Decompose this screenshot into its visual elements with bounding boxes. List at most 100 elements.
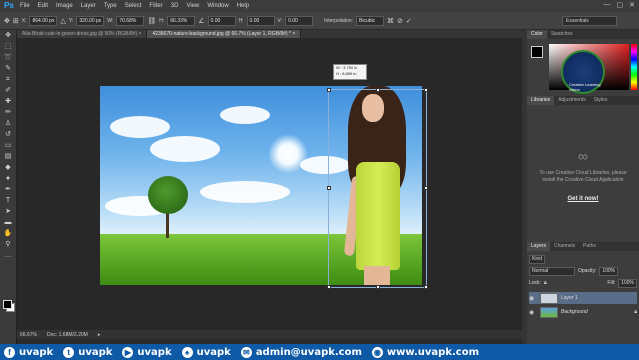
tab-swatches[interactable]: Swatches <box>547 30 577 39</box>
maximize-button[interactable]: ▢ <box>617 1 624 9</box>
workspace-select[interactable]: Essentials <box>562 16 617 26</box>
color-panel-foreground-swatch[interactable] <box>531 46 543 58</box>
menu-layer[interactable]: Layer <box>81 3 96 9</box>
menu-image[interactable]: Image <box>56 3 73 9</box>
foreground-color-swatch[interactable] <box>3 300 12 309</box>
window-controls: — ▢ ✕ <box>604 1 636 9</box>
eraser-tool-icon[interactable]: ▭ <box>0 140 16 151</box>
lock-label: Lock: <box>529 280 541 286</box>
minimize-button[interactable]: — <box>604 1 611 9</box>
email-icon: ✉ <box>240 346 252 358</box>
type-tool-icon[interactable]: T <box>0 195 16 206</box>
menu-window[interactable]: Window <box>207 3 228 9</box>
tab-paths[interactable]: Paths <box>579 242 600 251</box>
tab-layers[interactable]: Layers <box>527 242 551 251</box>
healing-tool-icon[interactable]: ✚ <box>0 96 16 107</box>
cancel-transform-icon[interactable]: ⊘ <box>397 17 403 25</box>
canvas-area[interactable]: W : 3.750 in H : 8.889 in <box>17 38 522 330</box>
layers-panel-tabs: Layers Channels Paths <box>527 242 639 251</box>
logo-text: Creative Learning Vision <box>569 82 601 92</box>
menu-3d[interactable]: 3D <box>171 3 179 9</box>
tab-alia-bhatt-image[interactable]: Alia-Bhatt-cute-in-green-dress.jpg @ 50%… <box>17 30 148 38</box>
zoom-level[interactable]: 66.67% <box>20 332 37 338</box>
layer-name: Layer 1 <box>561 295 578 301</box>
quick-select-tool-icon[interactable]: ✎ <box>0 63 16 74</box>
h-skew-label: H: <box>238 17 244 24</box>
blend-mode-select[interactable]: Normal <box>529 266 575 276</box>
tab-nature-background[interactable]: 4236670-nature-background.jpg @ 66.7% (L… <box>147 30 302 38</box>
zoom-tool-icon[interactable]: ⚲ <box>0 239 16 250</box>
interpolation-select[interactable]: Bicubic <box>356 15 384 26</box>
history-brush-tool-icon[interactable]: ↺ <box>0 129 16 140</box>
close-button[interactable]: ✕ <box>629 1 635 9</box>
reference-point-icon[interactable]: ⊞ <box>13 17 19 25</box>
kind-filter-select[interactable]: Kind <box>529 254 546 264</box>
tab-adjustments[interactable]: Adjustments <box>554 96 590 105</box>
move-tool-icon[interactable]: ✥ <box>0 30 16 41</box>
status-arrow-icon[interactable]: ▸ <box>98 332 101 338</box>
more-tools-icon[interactable]: … <box>0 250 16 261</box>
transform-bounding-box[interactable] <box>327 88 428 289</box>
eyedropper-tool-icon[interactable]: ✐ <box>0 85 16 96</box>
path-select-tool-icon[interactable]: ➤ <box>0 206 16 217</box>
clone-stamp-tool-icon[interactable]: ♙ <box>0 118 16 129</box>
hue-slider[interactable] <box>631 44 637 90</box>
transform-handle[interactable] <box>327 186 331 190</box>
link-icon[interactable]: ⛓ <box>147 17 156 25</box>
transform-handle[interactable] <box>424 285 428 289</box>
width-field[interactable]: 70.68% <box>116 15 145 26</box>
lock-icon[interactable]: 🔒︎ <box>544 280 547 286</box>
menu-file[interactable]: File <box>20 3 30 9</box>
y-field[interactable]: 320.00 px <box>76 15 105 26</box>
layer-lock-icon: 🔒︎ <box>634 309 637 315</box>
right-panels: Color Swatches Creative Learning Vision … <box>527 30 639 346</box>
globe-icon: ◉ <box>371 346 383 358</box>
tab-color[interactable]: Color <box>527 30 547 39</box>
menu-help[interactable]: Help <box>237 3 249 9</box>
menu-type[interactable]: Type <box>104 3 117 9</box>
menu-edit[interactable]: Edit <box>38 3 48 9</box>
gradient-tool-icon[interactable]: ▤ <box>0 151 16 162</box>
visibility-eye-icon[interactable]: ◉ <box>529 309 537 316</box>
hand-tool-icon[interactable]: ✋ <box>0 228 16 239</box>
dodge-tool-icon[interactable]: ● <box>0 173 16 184</box>
layer-filter-row: Kind <box>529 253 637 265</box>
w-label: W: <box>107 17 114 24</box>
get-it-now-link[interactable]: Get it now! <box>557 196 609 202</box>
visibility-eye-icon[interactable]: ◉ <box>529 295 537 302</box>
pen-tool-icon[interactable]: ✒ <box>0 184 16 195</box>
transform-handle[interactable] <box>376 285 380 289</box>
opacity-field[interactable]: 100% <box>599 266 619 276</box>
blur-tool-icon[interactable]: ◆ <box>0 162 16 173</box>
angle-field[interactable]: 0.00 <box>207 15 236 26</box>
transform-handle[interactable] <box>424 88 428 92</box>
lasso-tool-icon[interactable]: ➰ <box>0 52 16 63</box>
h-skew-field[interactable]: 0.00 <box>246 15 275 26</box>
transform-handle[interactable] <box>327 285 331 289</box>
fill-field[interactable]: 100% <box>618 278 637 288</box>
transform-handle[interactable] <box>376 88 380 92</box>
height-field[interactable]: 66.33% <box>167 15 196 26</box>
menu-filter[interactable]: Filter <box>149 3 162 9</box>
menu-view[interactable]: View <box>186 3 199 9</box>
x-field[interactable]: 864.00 px <box>29 15 58 26</box>
shape-tool-icon[interactable]: ▬ <box>0 217 16 228</box>
crop-tool-icon[interactable]: ⌗ <box>0 74 16 85</box>
tab-channels[interactable]: Channels <box>550 242 579 251</box>
marquee-tool-icon[interactable]: ⬚ <box>0 41 16 52</box>
transform-handle[interactable] <box>424 186 428 190</box>
brush-tool-icon[interactable]: ✏ <box>0 107 16 118</box>
tab-styles[interactable]: Styles <box>590 96 612 105</box>
warp-icon[interactable]: ⌘ <box>387 17 394 25</box>
menu-select[interactable]: Select <box>125 3 142 9</box>
v-skew-field[interactable]: 0.00 <box>285 15 314 26</box>
transform-handle[interactable] <box>327 88 331 92</box>
layers-panel: Layers Channels Paths <box>527 242 639 251</box>
delta-icon[interactable]: △ <box>60 17 65 25</box>
move-tool-icon[interactable]: ✥ <box>4 17 10 25</box>
tab-libraries[interactable]: Libraries <box>527 96 555 105</box>
layer-row-layer-1[interactable]: ◉ Layer 1 <box>529 292 637 304</box>
commit-transform-icon[interactable]: ✓ <box>406 17 412 25</box>
layer-row-background[interactable]: ◉ Background 🔒︎ <box>529 306 637 318</box>
cloud <box>200 181 290 203</box>
